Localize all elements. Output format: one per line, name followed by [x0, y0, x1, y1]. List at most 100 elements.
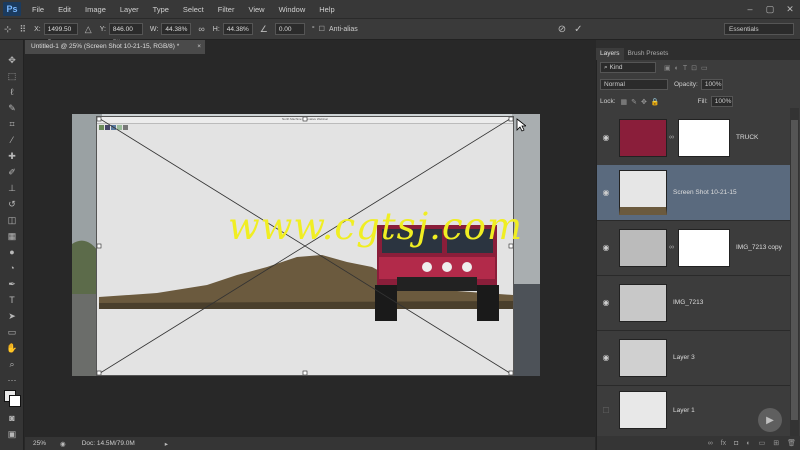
- gradient-tool-icon[interactable]: ▦: [0, 228, 24, 244]
- type-tool-icon[interactable]: T: [0, 292, 24, 308]
- screen-mode-icon[interactable]: ▣: [0, 426, 24, 442]
- delete-layer-icon[interactable]: 🗑: [787, 439, 796, 447]
- eye-icon[interactable]: ◉: [597, 353, 615, 362]
- zoom-tool-icon[interactable]: ⌕: [0, 356, 24, 372]
- tab-layers[interactable]: Layers: [596, 48, 624, 60]
- eye-icon[interactable]: ◉: [597, 298, 615, 307]
- new-group-icon[interactable]: ▭: [759, 439, 766, 447]
- status-bar: 25% ◉ Doc: 14.5M/79.0M ▸: [25, 437, 595, 450]
- lasso-tool-icon[interactable]: ℓ: [0, 84, 24, 100]
- width-field[interactable]: 44.38%: [161, 23, 192, 35]
- panel-collapse-bar[interactable]: [596, 40, 800, 48]
- new-layer-icon[interactable]: ⊞: [773, 439, 779, 447]
- history-brush-icon[interactable]: ↺: [0, 196, 24, 212]
- layer-name[interactable]: IMG_7213 copy: [736, 244, 782, 251]
- y-field[interactable]: 846.00 px: [108, 23, 143, 45]
- layer-name[interactable]: TRUCK: [736, 134, 758, 141]
- menu-help[interactable]: Help: [312, 5, 341, 14]
- hand-tool-icon[interactable]: ✋: [0, 340, 24, 356]
- layer-mask-thumbnail[interactable]: [678, 228, 730, 267]
- status-info-icon[interactable]: ◉: [60, 440, 66, 448]
- marquee-tool-icon[interactable]: ⬚: [0, 68, 24, 84]
- menu-edit[interactable]: Edit: [51, 5, 78, 14]
- eye-icon[interactable]: ◉: [597, 133, 615, 142]
- opacity-field[interactable]: 100%: [700, 79, 723, 90]
- eyedropper-tool-icon[interactable]: ⁄: [0, 132, 24, 148]
- layer-row[interactable]: ◉ Layer 3: [597, 330, 790, 386]
- layer-row-selected[interactable]: ◉ Screen Shot 10-21-15: [597, 165, 790, 221]
- delta-icon[interactable]: △: [85, 24, 92, 35]
- layer-name[interactable]: Layer 3: [673, 354, 695, 361]
- crop-tool-icon[interactable]: ⌗: [0, 116, 24, 132]
- layer-name[interactable]: Screen Shot 10-21-15: [673, 189, 737, 196]
- antialias-checkbox[interactable]: ☐: [319, 25, 325, 33]
- filter-icons[interactable]: ▣◐T⊡▭: [664, 64, 712, 72]
- w-label: W:: [149, 25, 159, 33]
- workspace-select[interactable]: Essentials: [724, 23, 794, 35]
- cursor-icon: [516, 118, 526, 132]
- zoom-level[interactable]: 25%: [33, 440, 46, 447]
- menu-type[interactable]: Type: [146, 5, 176, 14]
- menu-layer[interactable]: Layer: [113, 5, 146, 14]
- add-mask-icon[interactable]: ◘: [734, 440, 738, 447]
- link-layers-icon[interactable]: ∞: [708, 440, 713, 447]
- link-icon: ∞: [669, 244, 674, 251]
- eye-icon[interactable]: ◉: [597, 243, 615, 252]
- commit-transform-icon[interactable]: ✓: [574, 24, 582, 35]
- angle-field[interactable]: 0.00: [274, 23, 305, 35]
- blend-mode-select[interactable]: Normal: [600, 79, 668, 90]
- layer-name[interactable]: IMG_7213: [673, 299, 703, 306]
- adjustment-layer-icon[interactable]: ◐: [746, 440, 750, 447]
- kind-filter-label: Kind: [609, 64, 623, 71]
- status-arrow-icon[interactable]: ▸: [165, 440, 168, 448]
- stamp-tool-icon[interactable]: ⊥: [0, 180, 24, 196]
- minimize-button[interactable]: –: [740, 4, 760, 15]
- link-icon[interactable]: ∞: [198, 24, 204, 34]
- fx-icon[interactable]: fx: [721, 440, 726, 447]
- layers-scroll-thumb[interactable]: [791, 120, 798, 420]
- menu-file[interactable]: File: [25, 5, 51, 14]
- play-icon[interactable]: ▶: [758, 408, 782, 432]
- menu-view[interactable]: View: [241, 5, 271, 14]
- x-field[interactable]: 1499.50 p: [43, 23, 78, 45]
- layer-mask-thumbnail[interactable]: [678, 118, 730, 157]
- height-field[interactable]: 44.38%: [222, 23, 253, 35]
- visibility-checkbox[interactable]: ☐: [597, 406, 615, 415]
- fill-field[interactable]: 100%: [710, 96, 733, 107]
- eye-icon[interactable]: ◉: [597, 188, 615, 197]
- quick-mask-icon[interactable]: ◙: [0, 410, 24, 426]
- reference-point-icon[interactable]: ⠿: [20, 24, 27, 35]
- menu-select[interactable]: Select: [176, 5, 211, 14]
- fill-label: Fill:: [697, 98, 708, 105]
- menu-window[interactable]: Window: [272, 5, 313, 14]
- transform-tool-icon[interactable]: ⊹: [4, 24, 12, 35]
- tab-brush-presets[interactable]: Brush Presets: [624, 48, 673, 60]
- healing-tool-icon[interactable]: ✚: [0, 148, 24, 164]
- menu-filter[interactable]: Filter: [211, 5, 242, 14]
- maximize-button[interactable]: ▢: [760, 4, 780, 15]
- dodge-tool-icon[interactable]: ◔: [0, 260, 24, 276]
- photoshop-logo: Ps: [3, 2, 21, 16]
- lock-icons[interactable]: ▦✎✥🔒: [621, 98, 664, 106]
- shape-tool-icon[interactable]: ▭: [0, 324, 24, 340]
- layer-row[interactable]: ◉ ∞ TRUCK: [597, 110, 790, 166]
- layer-row[interactable]: ◉ IMG_7213: [597, 275, 790, 331]
- blur-tool-icon[interactable]: ●: [0, 244, 24, 260]
- cancel-transform-icon[interactable]: ⊘: [558, 24, 566, 35]
- menu-image[interactable]: Image: [78, 5, 113, 14]
- eraser-tool-icon[interactable]: ◫: [0, 212, 24, 228]
- layer-row[interactable]: ◉ ∞ IMG_7213 copy: [597, 220, 790, 276]
- move-tool-icon[interactable]: ✥: [0, 52, 24, 68]
- path-select-tool-icon[interactable]: ➤: [0, 308, 24, 324]
- document-close-icon[interactable]: ×: [197, 40, 201, 54]
- angle-icon: ∠: [259, 23, 268, 34]
- color-swatches[interactable]: [0, 388, 23, 410]
- more-tools-icon[interactable]: ⋯: [0, 372, 24, 388]
- quick-select-tool-icon[interactable]: ✎: [0, 100, 24, 116]
- kind-filter[interactable]: ⌕ Kind: [600, 62, 656, 73]
- layer-name[interactable]: Layer 1: [673, 407, 695, 414]
- document-tab[interactable]: Untitled-1 @ 25% (Screen Shot 10-21-15, …: [25, 40, 205, 54]
- close-window-button[interactable]: ✕: [780, 4, 800, 15]
- pen-tool-icon[interactable]: ✒: [0, 276, 24, 292]
- brush-tool-icon[interactable]: ✐: [0, 164, 24, 180]
